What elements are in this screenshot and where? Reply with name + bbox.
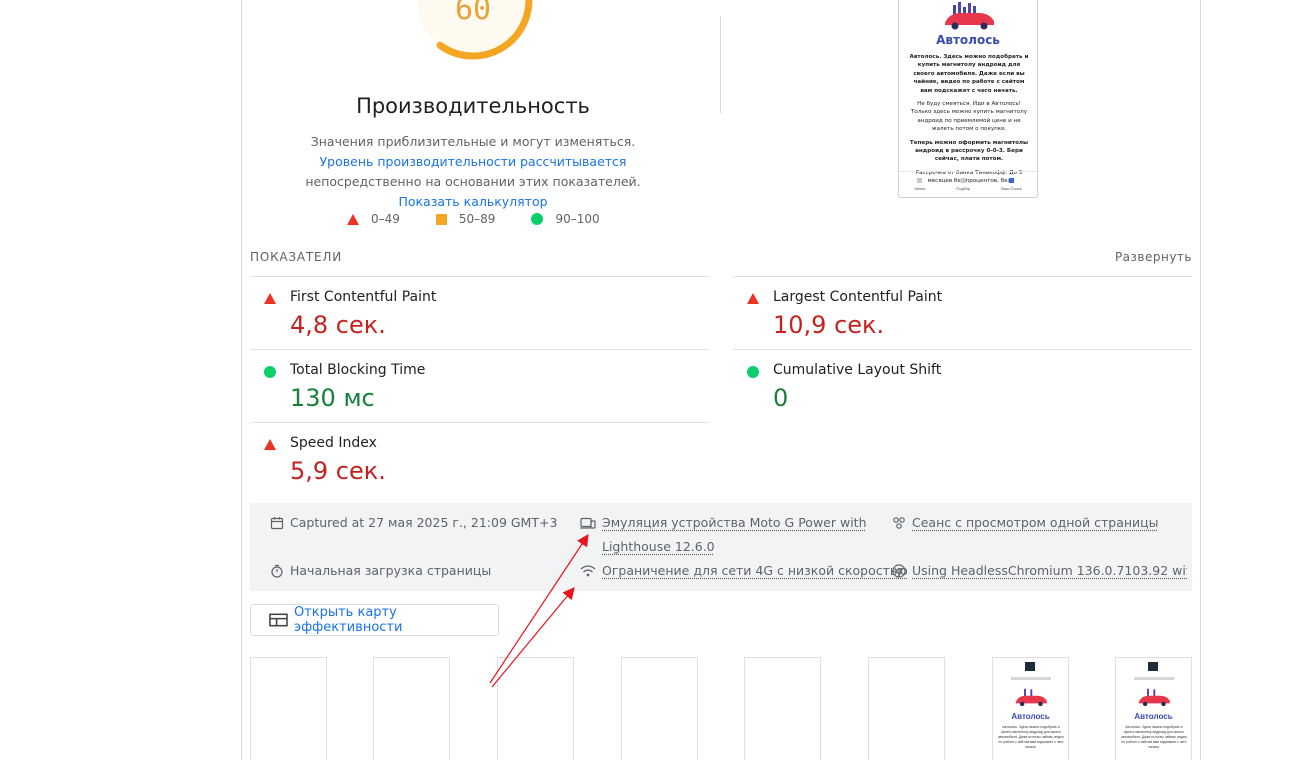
app-icon — [1148, 662, 1158, 671]
filmstrip-frame — [868, 657, 945, 760]
car-logo-icon — [945, 2, 994, 30]
stopwatch-icon — [271, 564, 283, 578]
app-icon — [1025, 662, 1035, 671]
emulation-text[interactable]: Эмуляция устройства Moto G Power with — [602, 515, 867, 530]
legend-item-pass: 90–100 — [531, 212, 600, 226]
preview-paragraph: Не буду смеяться. Иди в Автолось! Только… — [910, 101, 1028, 133]
brand-name: Автолось — [936, 33, 1000, 47]
score-legend: 0–49 50–89 90–100 — [347, 212, 636, 226]
performance-title: Производительность — [356, 94, 590, 118]
description-text: непосредственно на основании этих показа… — [305, 174, 641, 189]
filmstrip-frame — [497, 657, 574, 760]
nav-item-menu: Меню — [914, 178, 925, 191]
metric-label: First Contentful Paint — [290, 289, 437, 305]
brand-name: Автолось — [1134, 712, 1173, 721]
metric-label: Largest Contentful Paint — [773, 289, 943, 305]
metrics-title: ПОКАЗАТЕЛИ — [250, 250, 343, 264]
legend-range: 50–89 — [458, 212, 496, 226]
car-logo-icon — [1138, 688, 1170, 707]
metric-value: 4,8 сек. — [290, 311, 386, 339]
browser-info[interactable]: Using HeadlessChromium 136.0.7103.92 wit… — [892, 559, 1187, 583]
open-treemap-button[interactable]: Открыть карту эффективности — [250, 604, 499, 636]
devices-icon — [580, 517, 596, 529]
metric-label: Cumulative Layout Shift — [773, 362, 942, 378]
header-bar — [1134, 677, 1174, 680]
network-throttling[interactable]: Ограничение для сети 4G с низкой скорост… — [580, 559, 908, 583]
metric-label: Speed Index — [290, 435, 377, 451]
metric-value: 5,9 сек. — [290, 457, 386, 485]
nav-label: Подбор — [956, 186, 971, 191]
brand-name: Автолось — [1011, 712, 1050, 721]
browser-text[interactable]: Using HeadlessChromium 136.0.7103.92 wit… — [912, 559, 1187, 583]
metric-cls: Cumulative Layout Shift 0 — [733, 349, 1192, 422]
runtime-settings: Captured at 27 мая 2025 г., 21:09 GMT+3 … — [250, 503, 1192, 591]
lighthouse-version[interactable]: Lighthouse 12.6.0 — [602, 539, 715, 554]
performance-score: 60 — [454, 0, 492, 27]
throttling-text[interactable]: Ограничение для сети 4G с низкой скорост… — [602, 559, 908, 583]
legend-range: 0–49 — [371, 212, 400, 226]
filmstrip-frame — [250, 657, 327, 760]
metric-lcp: Largest Contentful Paint 10,9 сек. — [733, 276, 1192, 349]
initial-load-text: Начальная загрузка страницы — [290, 563, 492, 578]
fail-triangle-icon — [747, 293, 759, 304]
filmstrip-frame — [744, 657, 821, 760]
nav-label: Ваш Поиск — [1001, 186, 1022, 191]
metric-label: Total Blocking Time — [290, 362, 426, 378]
nav-item-selection: Подбор — [956, 178, 970, 191]
frame-caption: Автолось. Здесь можно подобрать и купить… — [1121, 725, 1187, 749]
initial-load: Начальная загрузка страницы — [270, 559, 491, 583]
metric-value: 0 — [773, 384, 789, 412]
menu-icon — [917, 178, 923, 183]
pass-circle-icon — [747, 366, 759, 378]
wifi-icon — [580, 565, 596, 577]
treemap-button-label: Открыть карту эффективности — [293, 605, 403, 635]
car-logo-icon — [1015, 688, 1047, 707]
final-screenshot[interactable]: Автолось Автолось. Здесь можно подобрать… — [898, 0, 1038, 198]
preview-paragraph: Автолось. Здесь можно подобрать и купить… — [909, 54, 1029, 94]
legend-item-average: 50–89 — [435, 212, 496, 226]
metric-fcp: First Contentful Paint 4,8 сек. — [250, 276, 709, 349]
fail-triangle-icon — [264, 439, 276, 450]
session-type[interactable]: Сеанс с просмотром одной страницы — [892, 511, 1159, 535]
nav-item-search: Ваш Поиск — [1001, 178, 1022, 191]
treemap-icon — [269, 613, 288, 627]
show-calculator-link[interactable]: Показать калькулятор — [398, 194, 547, 209]
preview-paragraph: Теперь можно оформить магнитолы андроид … — [909, 139, 1029, 163]
session-icon — [893, 517, 905, 529]
pass-circle-icon — [264, 366, 276, 378]
metric-value: 10,9 сек. — [773, 311, 885, 339]
calendar-icon — [270, 517, 284, 530]
frame-caption: Автолось. Здесь можно подобрать и купить… — [998, 725, 1064, 749]
triangle-icon — [347, 213, 359, 225]
expand-view-toggle[interactable]: Развернуть — [1115, 250, 1192, 264]
captured-text: Captured at 27 мая 2025 г., 21:09 GMT+3 — [290, 515, 558, 530]
circle-icon — [531, 213, 544, 225]
device-emulation[interactable]: Эмуляция устройства Moto G Power with Lig… — [580, 511, 880, 559]
score-calculation-link[interactable]: Уровень производительности рассчитываетс… — [320, 154, 627, 169]
filmstrip-frame: Автолось Автолось. Здесь можно подобрать… — [992, 657, 1069, 760]
fail-triangle-icon — [264, 293, 276, 304]
chrome-icon — [892, 564, 906, 578]
metric-speed-index: Speed Index 5,9 сек. — [250, 422, 709, 495]
preview-bottom-nav: Меню Подбор Ваш Поиск — [899, 171, 1037, 197]
performance-description: Значения приблизительные и могут изменят… — [296, 132, 650, 212]
legend-item-fail: 0–49 — [347, 212, 400, 226]
filmstrip-frame — [373, 657, 450, 760]
metric-value: 130 мс — [290, 384, 375, 412]
session-text[interactable]: Сеанс с просмотром одной страницы — [912, 511, 1159, 535]
filmstrip-frame — [621, 657, 698, 760]
header-bar — [1011, 677, 1051, 680]
filter-icon — [960, 178, 966, 183]
metric-tbt: Total Blocking Time 130 мс — [250, 349, 709, 422]
legend-range: 90–100 — [555, 212, 600, 226]
nav-label: Меню — [914, 186, 926, 191]
vertical-divider — [720, 16, 721, 113]
square-icon — [435, 213, 447, 225]
search-icon — [1008, 178, 1014, 183]
captured-time: Captured at 27 мая 2025 г., 21:09 GMT+3 — [270, 511, 557, 535]
description-text: Значения приблизительные и могут изменят… — [310, 134, 636, 149]
metrics-header: ПОКАЗАТЕЛИ Развернуть — [250, 250, 1192, 264]
filmstrip-frame: Автолось Автолось. Здесь можно подобрать… — [1115, 657, 1192, 760]
